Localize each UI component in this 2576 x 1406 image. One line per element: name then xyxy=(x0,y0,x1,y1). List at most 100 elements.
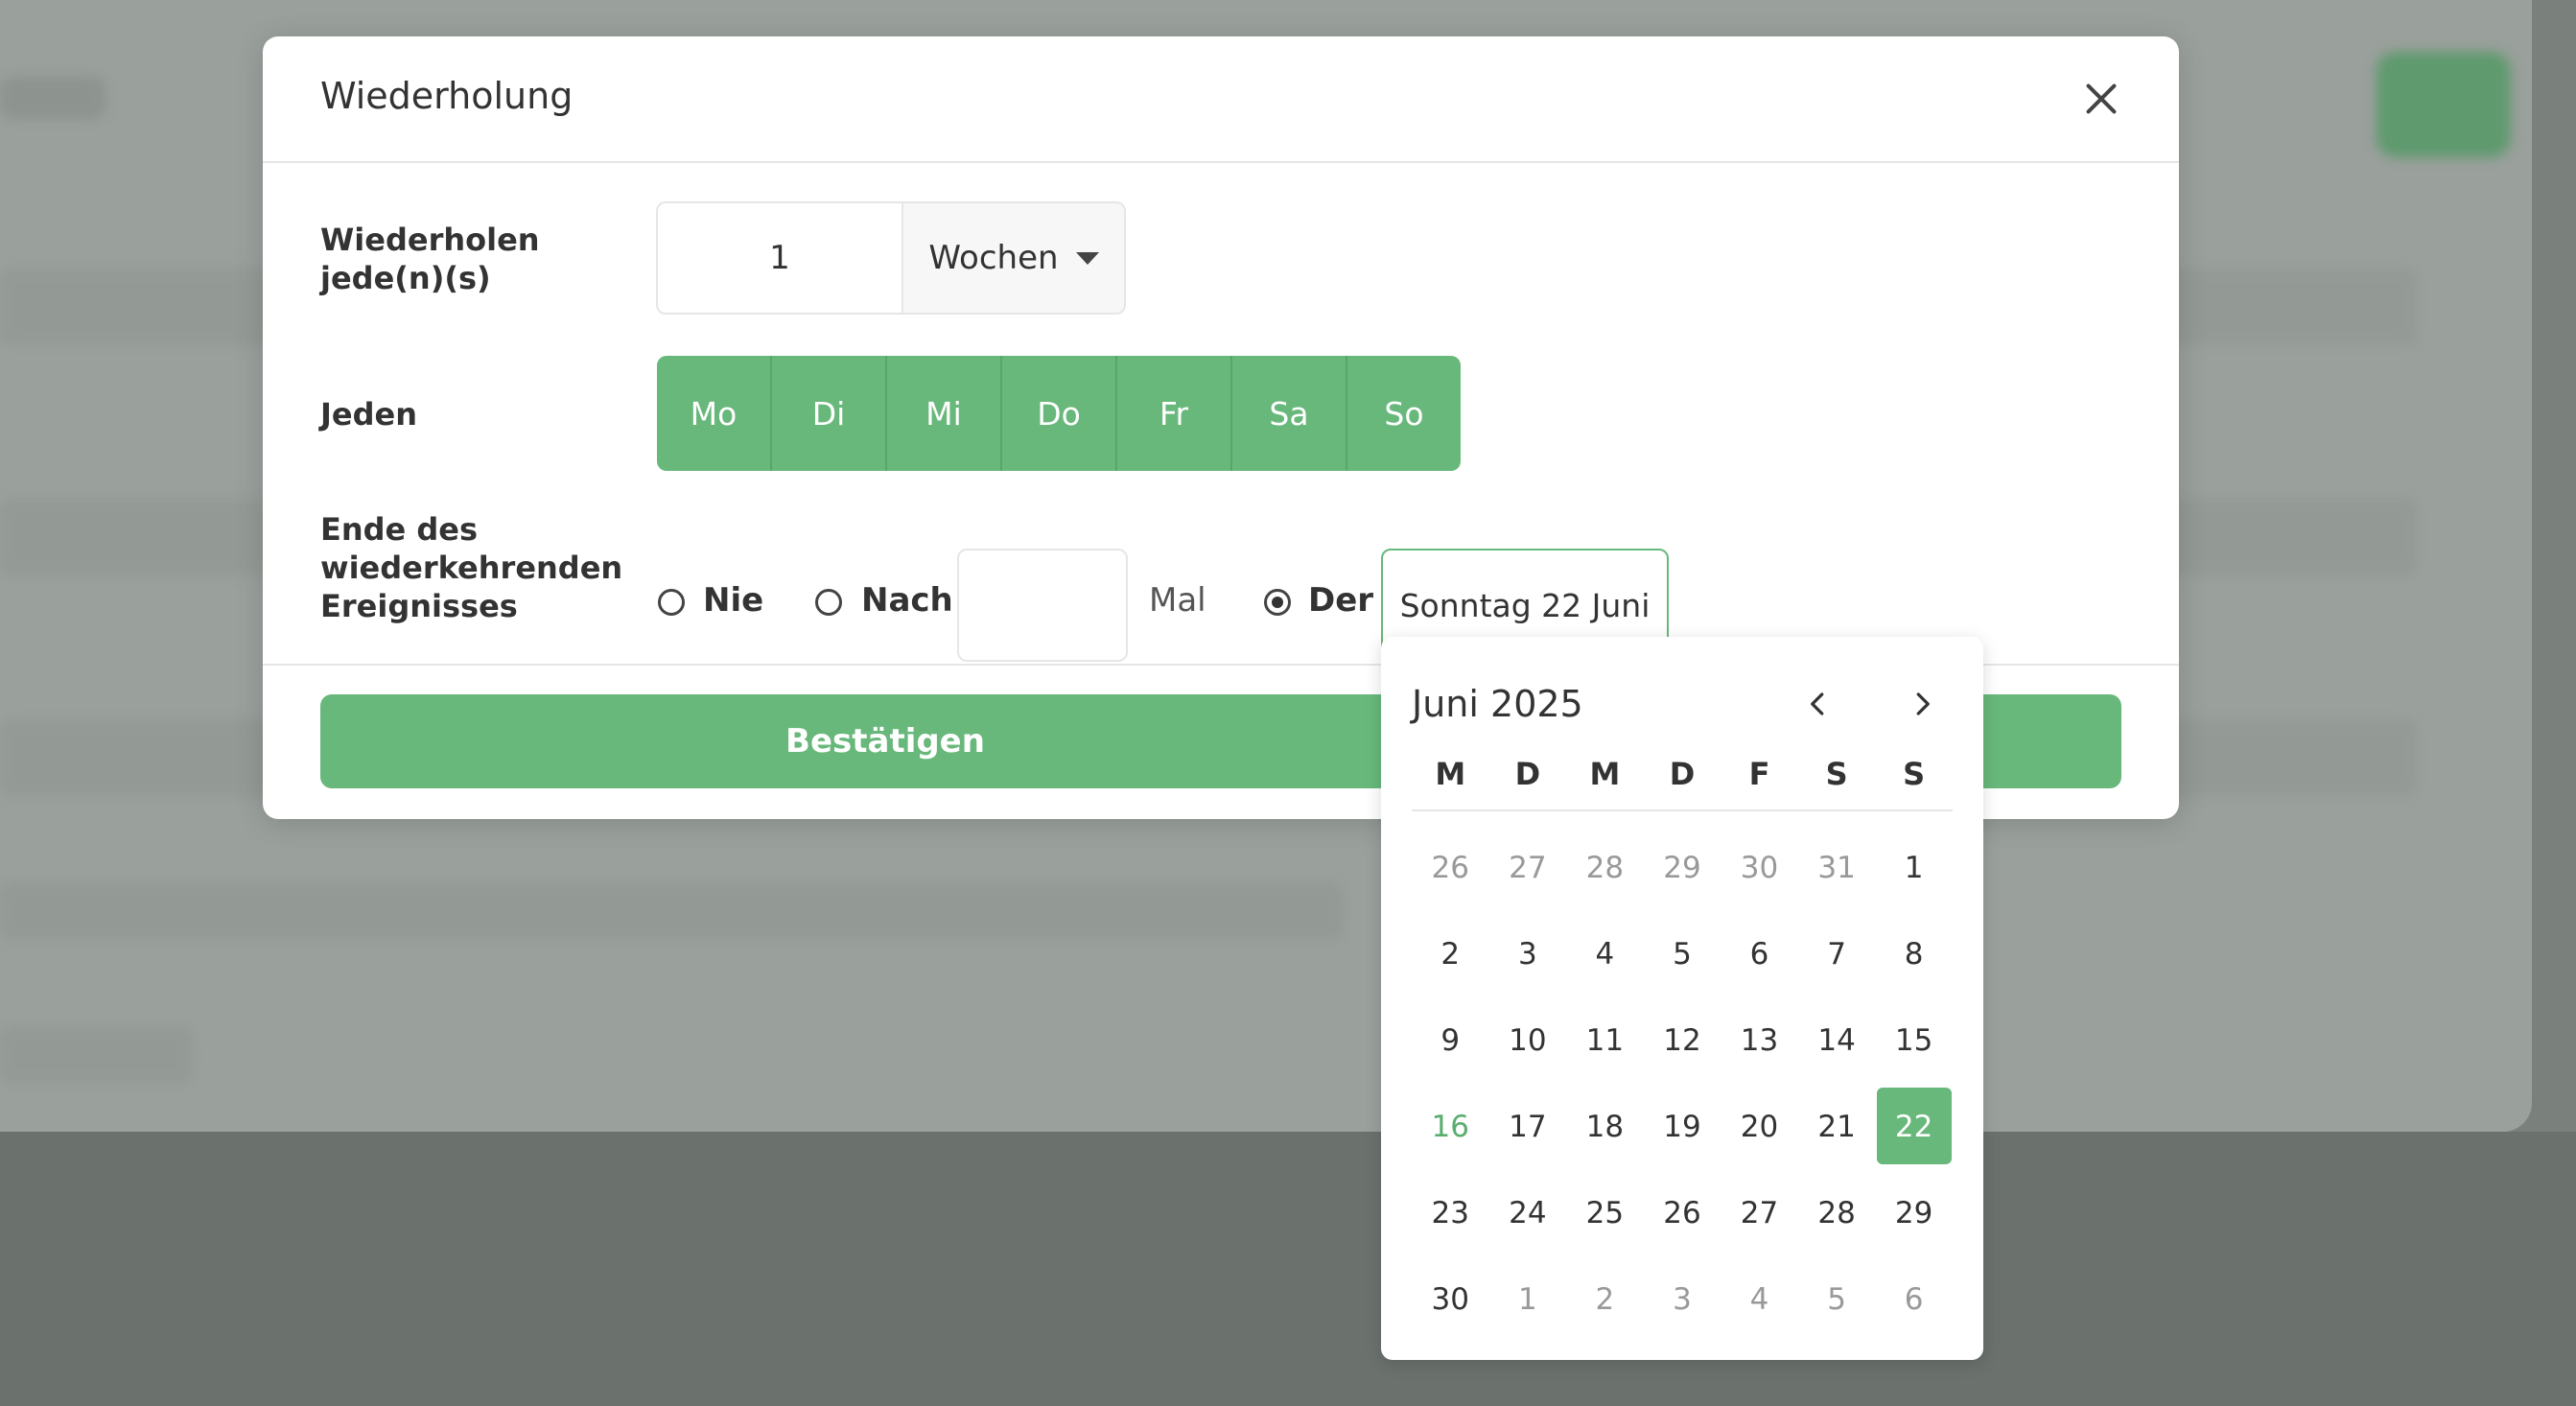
weekday-toggle-so[interactable]: So xyxy=(1347,356,1461,471)
calendar-day[interactable]: 31 xyxy=(1798,825,1876,911)
calendar-day[interactable]: 21 xyxy=(1798,1084,1876,1170)
calendar-day[interactable]: 30 xyxy=(1721,825,1798,911)
repeat-label: Wiederholen jede(n)(s) xyxy=(320,222,540,296)
calendar-day[interactable]: 15 xyxy=(1875,997,1953,1084)
calendar-day[interactable]: 27 xyxy=(1489,825,1567,911)
end-on-radio[interactable] xyxy=(1264,589,1291,616)
calendar-day[interactable]: 14 xyxy=(1798,997,1876,1084)
calendar-day[interactable]: 12 xyxy=(1644,997,1721,1084)
calendar-day-number: 31 xyxy=(1817,851,1856,885)
calendar-day[interactable]: 27 xyxy=(1721,1170,1798,1256)
calendar-day-number: 26 xyxy=(1663,1196,1701,1230)
calendar-day[interactable]: 8 xyxy=(1875,911,1953,997)
calendar-day[interactable]: 2 xyxy=(1412,911,1489,997)
calendar-day-number: 17 xyxy=(1509,1110,1547,1144)
weekday-toggle-do[interactable]: Do xyxy=(1002,356,1117,471)
calendar-day[interactable]: 19 xyxy=(1644,1084,1721,1170)
modal-header: Wiederholung xyxy=(263,36,2179,163)
calendar-day-number: 12 xyxy=(1663,1023,1701,1058)
calendar-day-number: 30 xyxy=(1740,851,1779,885)
calendar-day[interactable]: 11 xyxy=(1566,997,1644,1084)
calendar-day-number: 1 xyxy=(1904,851,1924,885)
calendar-day[interactable]: 5 xyxy=(1798,1256,1876,1343)
end-never-radio[interactable] xyxy=(658,589,685,616)
end-on-label[interactable]: Der xyxy=(1308,581,1373,620)
datepicker-weekday-header: M D M D F S S xyxy=(1412,756,1953,811)
calendar-day-today[interactable]: 16 xyxy=(1412,1084,1489,1170)
close-icon[interactable] xyxy=(2081,79,2121,119)
calendar-day[interactable]: 4 xyxy=(1721,1256,1798,1343)
calendar-day-number: 6 xyxy=(1749,937,1769,972)
chevron-right-icon[interactable] xyxy=(1903,685,1941,723)
calendar-day[interactable]: 1 xyxy=(1875,825,1953,911)
calendar-day[interactable]: 20 xyxy=(1721,1084,1798,1170)
calendar-day[interactable]: 6 xyxy=(1721,911,1798,997)
calendar-day-number: 27 xyxy=(1740,1196,1779,1230)
end-after-count-input[interactable] xyxy=(957,549,1128,662)
calendar-day-number: 10 xyxy=(1509,1023,1547,1058)
calendar-day[interactable]: 26 xyxy=(1644,1170,1721,1256)
end-never-label[interactable]: Nie xyxy=(703,581,763,620)
datepicker-month-title: Juni 2025 xyxy=(1412,683,1583,725)
calendar-day[interactable]: 26 xyxy=(1412,825,1489,911)
calendar-day[interactable]: 2 xyxy=(1566,1256,1644,1343)
calendar-day[interactable]: 25 xyxy=(1566,1170,1644,1256)
calendar-day-number: 15 xyxy=(1894,1023,1933,1058)
calendar-day[interactable]: 9 xyxy=(1412,997,1489,1084)
calendar-day-number: 24 xyxy=(1509,1196,1547,1230)
calendar-day-number: 1 xyxy=(1517,1282,1537,1317)
calendar-day[interactable]: 18 xyxy=(1566,1084,1644,1170)
calendar-day-number: 9 xyxy=(1440,1023,1461,1058)
confirm-button-label: Bestätigen xyxy=(785,722,985,761)
weekday-toggle-sa[interactable]: Sa xyxy=(1232,356,1347,471)
calendar-day-number: 7 xyxy=(1827,937,1846,972)
weekday-header-cell: S xyxy=(1903,756,1926,792)
weekday-header-cell: F xyxy=(1748,756,1770,792)
calendar-day[interactable]: 28 xyxy=(1798,1170,1876,1256)
calendar-day[interactable]: 4 xyxy=(1566,911,1644,997)
calendar-day[interactable]: 29 xyxy=(1644,825,1721,911)
background-footer xyxy=(0,1132,2576,1406)
calendar-day[interactable]: 23 xyxy=(1412,1170,1489,1256)
unit-select[interactable]: Wochen xyxy=(903,203,1124,313)
calendar-day-selected[interactable]: 22 xyxy=(1875,1084,1953,1170)
end-after-radio[interactable] xyxy=(815,589,842,616)
calendar-day-number: 4 xyxy=(1595,937,1615,972)
weekday-toggle-mo[interactable]: Mo xyxy=(657,356,772,471)
each-label: Jeden xyxy=(320,396,417,433)
unit-select-value: Wochen xyxy=(928,239,1059,277)
calendar-day[interactable]: 5 xyxy=(1644,911,1721,997)
calendar-day[interactable]: 24 xyxy=(1489,1170,1567,1256)
datepicker-day-grid: 26 27 28 29 30 31 1 2 3 4 5 6 7 8 9 10 11 12 13 14 15 16 17 18 1… xyxy=(1412,825,1953,1343)
background-avatar xyxy=(2377,52,2511,157)
calendar-day-number: 25 xyxy=(1585,1196,1625,1230)
calendar-day[interactable]: 17 xyxy=(1489,1084,1567,1170)
calendar-day-number: 2 xyxy=(1595,1282,1615,1317)
calendar-day-number: 27 xyxy=(1509,851,1547,885)
calendar-day-number: 5 xyxy=(1673,937,1692,972)
calendar-day[interactable]: 10 xyxy=(1489,997,1567,1084)
calendar-day-number: 30 xyxy=(1431,1282,1469,1317)
calendar-day[interactable]: 28 xyxy=(1566,825,1644,911)
calendar-day[interactable]: 3 xyxy=(1489,911,1567,997)
calendar-day[interactable]: 7 xyxy=(1798,911,1876,997)
calendar-day-number: 23 xyxy=(1431,1196,1469,1230)
calendar-day[interactable]: 30 xyxy=(1412,1256,1489,1343)
interval-input[interactable] xyxy=(658,203,903,313)
calendar-day[interactable]: 3 xyxy=(1644,1256,1721,1343)
calendar-day[interactable]: 13 xyxy=(1721,997,1798,1084)
chevron-left-icon[interactable] xyxy=(1799,685,1838,723)
weekday-toggle-fr[interactable]: Fr xyxy=(1117,356,1232,471)
weekday-toggle-mi[interactable]: Mi xyxy=(887,356,1002,471)
calendar-day-number: 3 xyxy=(1673,1282,1692,1317)
calendar-day[interactable]: 1 xyxy=(1489,1256,1567,1343)
calendar-day-number: 5 xyxy=(1827,1282,1846,1317)
calendar-day-number: 18 xyxy=(1585,1110,1625,1144)
calendar-day-number: 28 xyxy=(1817,1196,1856,1230)
background-element xyxy=(0,77,105,119)
weekday-toggle-di[interactable]: Di xyxy=(772,356,887,471)
calendar-day-number: 19 xyxy=(1663,1110,1701,1144)
calendar-day[interactable]: 6 xyxy=(1875,1256,1953,1343)
calendar-day[interactable]: 29 xyxy=(1875,1170,1953,1256)
end-after-label[interactable]: Nach xyxy=(861,581,953,620)
